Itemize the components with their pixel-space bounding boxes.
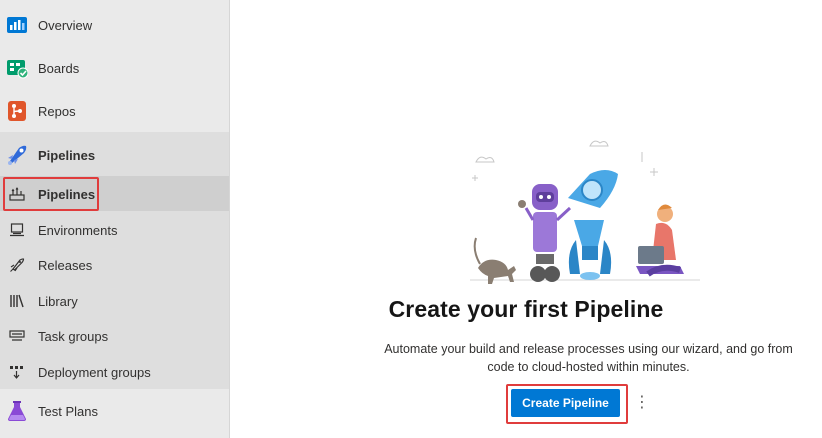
sidebar-item-label: Boards (38, 60, 80, 76)
sidebar-item-label: Environments (38, 222, 118, 238)
pipeline-illustration (470, 140, 700, 284)
sidebar-item-pipelines[interactable]: Pipelines (0, 144, 229, 166)
deployment-groups-icon (10, 366, 23, 379)
sidebar-item-label: Test Plans (38, 403, 98, 419)
sidebar-item-label: Overview (38, 17, 93, 33)
sidebar-item-label: Repos (38, 103, 76, 119)
sidebar-item-boards[interactable]: Boards (0, 57, 229, 79)
highlight-box-pipelines (3, 177, 99, 211)
sidebar-item-releases[interactable]: Releases (0, 255, 229, 275)
sidebar-item-label: Library (38, 293, 78, 309)
repos-icon (8, 101, 26, 121)
rocket-icon (10, 258, 25, 272)
environments-icon (10, 223, 24, 237)
page-title: Create your first Pipeline (388, 296, 664, 322)
test-plans-icon (8, 401, 26, 421)
sidebar-item-label: Task groups (38, 328, 109, 344)
sidebar: Overview Boards Repos Pipelines Pipeline… (0, 0, 230, 438)
main-content: Create your first Pipeline Automate your… (230, 0, 822, 438)
create-pipeline-button[interactable]: Create Pipeline (511, 389, 620, 417)
sidebar-item-task-groups[interactable]: Task groups (0, 326, 229, 346)
sidebar-item-library[interactable]: Library (0, 291, 229, 311)
pipelines-icon (8, 145, 27, 165)
sidebar-item-deployment-groups[interactable]: Deployment groups (0, 362, 229, 382)
sidebar-item-environments[interactable]: Environments (0, 220, 229, 240)
sidebar-item-label: Deployment groups (38, 364, 151, 380)
sidebar-item-label: Releases (38, 257, 93, 273)
page-description: Automate your build and release processe… (384, 342, 793, 374)
overview-icon (7, 17, 27, 33)
boards-icon (7, 60, 28, 79)
sidebar-item-overview[interactable]: Overview (0, 14, 229, 36)
sidebar-item-test-plans[interactable]: Test Plans (0, 399, 229, 423)
library-icon (10, 294, 24, 308)
sidebar-item-repos[interactable]: Repos (0, 100, 229, 122)
more-options-icon[interactable]: ⋮ (634, 392, 650, 414)
sidebar-item-label: Pipelines (38, 147, 96, 163)
task-groups-icon (9, 330, 25, 341)
